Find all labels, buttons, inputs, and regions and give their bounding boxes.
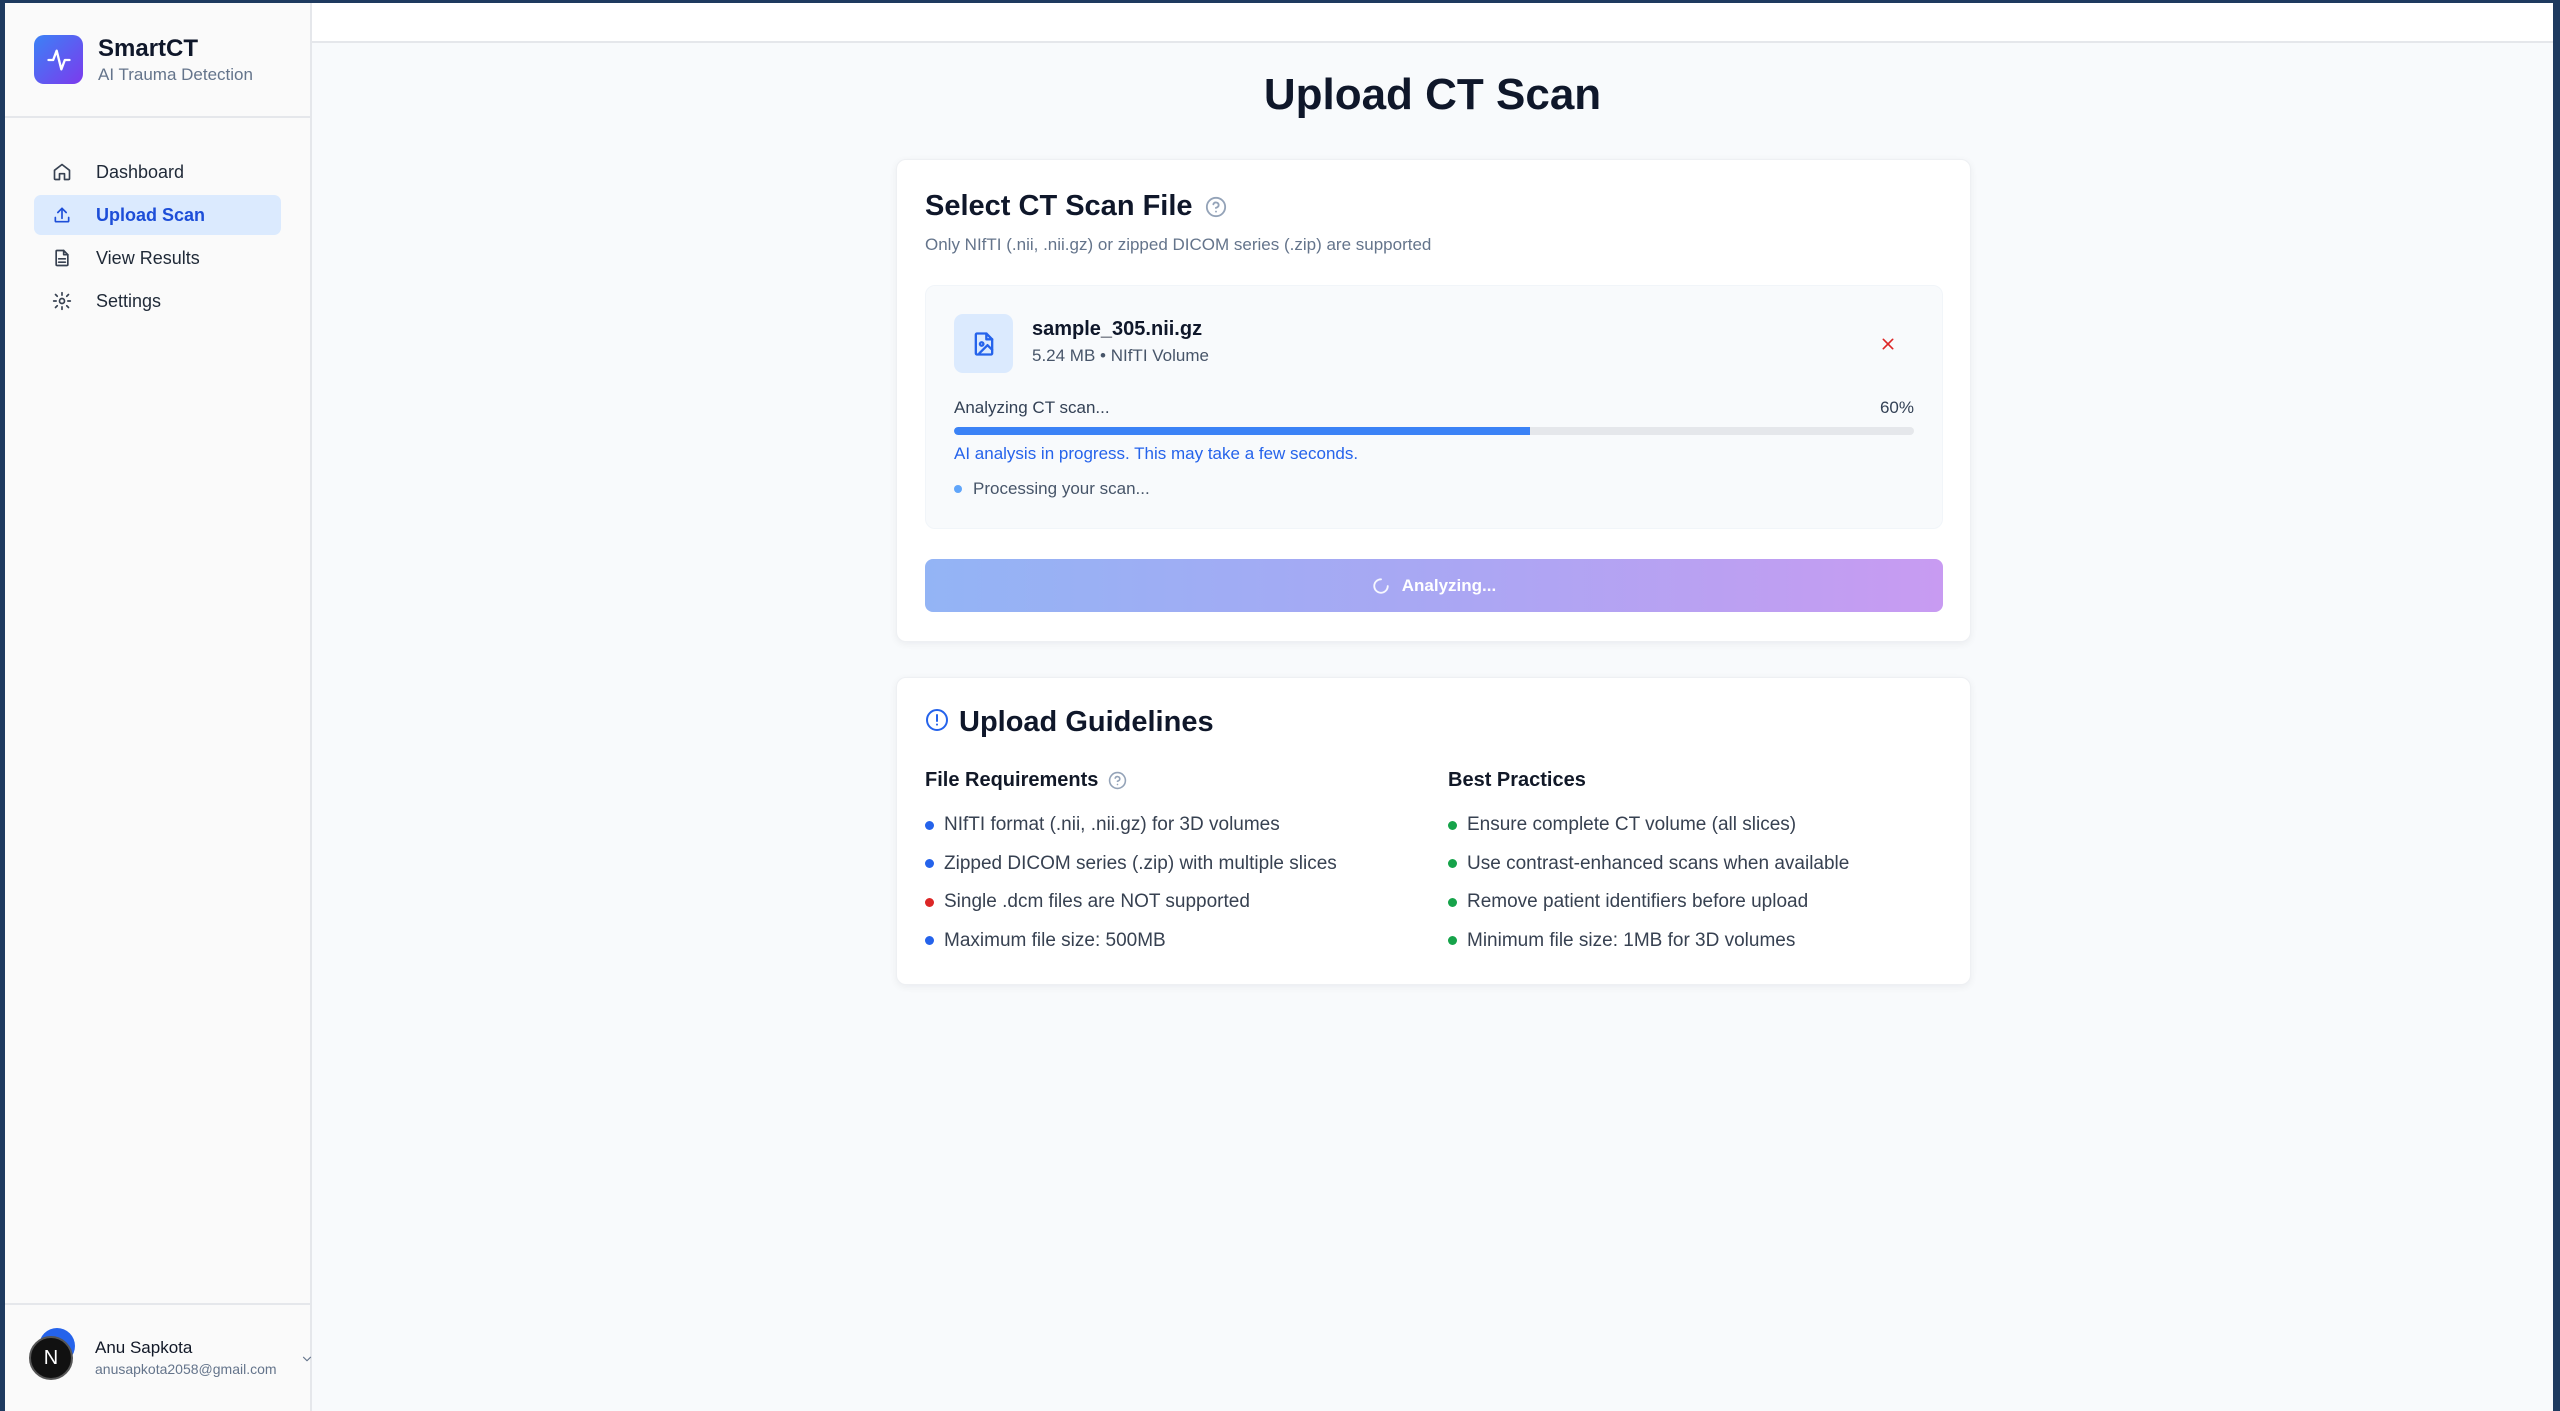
user-menu[interactable]: N Anu Sapkota anusapkota2058@gmail.com (5, 1303, 312, 1411)
progress-percent: 60% (1879, 398, 1914, 417)
sidebar-item-settings[interactable]: Settings (34, 281, 281, 321)
spinner-icon (1372, 577, 1390, 595)
bullet-dot (925, 936, 934, 946)
upload-card: Select CT Scan File Only NIfTI (.nii, .n… (896, 159, 1971, 642)
guidelines-card: Upload Guidelines File Requirements NIfT… (896, 677, 1971, 985)
brand-title: SmartCT (98, 34, 199, 62)
list-item-text: Single .dcm files are NOT supported (944, 891, 1250, 913)
upload-card-title: Select CT Scan File (925, 190, 1193, 222)
sidebar-nav: Dashboard Upload Scan View Results Setti… (5, 118, 310, 321)
gear-icon (51, 290, 73, 312)
progress-note: AI analysis in progress. This may take a… (954, 444, 1359, 463)
list-item-text: Ensure complete CT volume (all slices) (1467, 814, 1797, 836)
n-badge[interactable]: N (29, 1336, 73, 1380)
close-icon (1882, 338, 1894, 350)
processing-status-text: Processing your scan... (973, 479, 1150, 498)
list-item-text: Remove patient identifiers before upload (1467, 891, 1809, 913)
sidebar-item-dashboard[interactable]: Dashboard (34, 152, 281, 192)
info-icon (925, 708, 949, 737)
list-item: Single .dcm files are NOT supported (925, 883, 1337, 922)
analyze-button-label: Analyzing... (1401, 575, 1497, 595)
remove-file-button[interactable] (1878, 334, 1898, 354)
list-item: Minimum file size: 1MB for 3D volumes (1448, 922, 1849, 961)
analyze-button[interactable]: Analyzing... (925, 559, 1943, 612)
app-window: SmartCT AI Trauma Detection Dashboard Up… (5, 3, 2553, 1411)
sidebar-item-upload-scan[interactable]: Upload Scan (34, 195, 281, 235)
file-meta: 5.24 MB • NIfTI Volume (1032, 346, 1209, 365)
processing-status: Processing your scan... (954, 479, 1150, 499)
progress-bar (954, 427, 1914, 435)
upload-card-subtitle: Only NIfTI (.nii, .nii.gz) or zipped DIC… (925, 235, 1432, 254)
list-item-text: Use contrast-enhanced scans when availab… (1467, 852, 1850, 874)
bullet-dot (925, 859, 934, 869)
help-circle-icon[interactable] (1108, 771, 1127, 790)
file-requirements-list: NIfTI format (.nii, .nii.gz) for 3D volu… (925, 806, 1337, 960)
selected-file-panel: sample_305.nii.gz 5.24 MB • NIfTI Volume… (925, 285, 1943, 529)
bullet-dot (925, 820, 934, 830)
best-practices-heading: Best Practices (1448, 768, 1586, 791)
main-content: Upload CT Scan Select CT Scan File Only … (312, 3, 2553, 1411)
sidebar-item-view-results[interactable]: View Results (34, 238, 281, 278)
file-name: sample_305.nii.gz (1032, 318, 1203, 340)
list-item-text: Maximum file size: 500MB (944, 929, 1166, 951)
top-bar (312, 3, 2553, 43)
file-requirements-heading: File Requirements (925, 768, 1099, 791)
best-practices-list: Ensure complete CT volume (all slices) Us… (1448, 806, 1849, 960)
list-item-text: Minimum file size: 1MB for 3D volumes (1467, 929, 1796, 951)
bullet-dot (1448, 820, 1457, 830)
user-email: anusapkota2058@gmail.com (95, 1361, 277, 1377)
bullet-dot (1448, 859, 1457, 869)
file-text-icon (51, 247, 73, 269)
list-item-text: NIfTI format (.nii, .nii.gz) for 3D volu… (944, 814, 1280, 836)
list-item: Zipped DICOM series (.zip) with multiple… (925, 845, 1337, 884)
help-circle-icon[interactable] (1205, 196, 1227, 218)
bullet-dot (1448, 936, 1457, 946)
upload-icon (51, 204, 73, 226)
status-dot (954, 485, 962, 493)
sidebar-item-label: Settings (96, 290, 162, 311)
brand: SmartCT AI Trauma Detection (5, 3, 310, 118)
sidebar-item-label: Dashboard (96, 161, 185, 182)
list-item: Remove patient identifiers before upload (1448, 883, 1849, 922)
home-icon (51, 161, 73, 183)
best-practices: Best Practices Ensure complete CT volume… (1448, 766, 1849, 960)
file-requirements: File Requirements NIfTI format (.nii, .n… (925, 766, 1337, 960)
list-item: Maximum file size: 500MB (925, 922, 1337, 961)
sidebar-item-label: View Results (96, 247, 200, 268)
sidebar-item-label: Upload Scan (96, 204, 206, 225)
list-item: NIfTI format (.nii, .nii.gz) for 3D volu… (925, 806, 1337, 845)
list-item-text: Zipped DICOM series (.zip) with multiple… (944, 852, 1337, 874)
user-name: Anu Sapkota (95, 1338, 193, 1357)
progress-label: Analyzing CT scan... (954, 398, 1110, 417)
guidelines-title: Upload Guidelines (959, 706, 1214, 738)
bullet-dot (1448, 897, 1457, 907)
progress-bar-fill (954, 427, 1530, 435)
activity-icon (34, 35, 83, 84)
list-item: Use contrast-enhanced scans when availab… (1448, 845, 1849, 884)
sidebar: SmartCT AI Trauma Detection Dashboard Up… (5, 3, 312, 1411)
bullet-dot (925, 897, 934, 907)
avatar: N (29, 1328, 75, 1380)
page-title: Upload CT Scan (1263, 70, 1602, 119)
list-item: Ensure complete CT volume (all slices) (1448, 806, 1849, 845)
brand-subtitle: AI Trauma Detection (98, 64, 253, 84)
file-image-icon (954, 314, 1013, 373)
